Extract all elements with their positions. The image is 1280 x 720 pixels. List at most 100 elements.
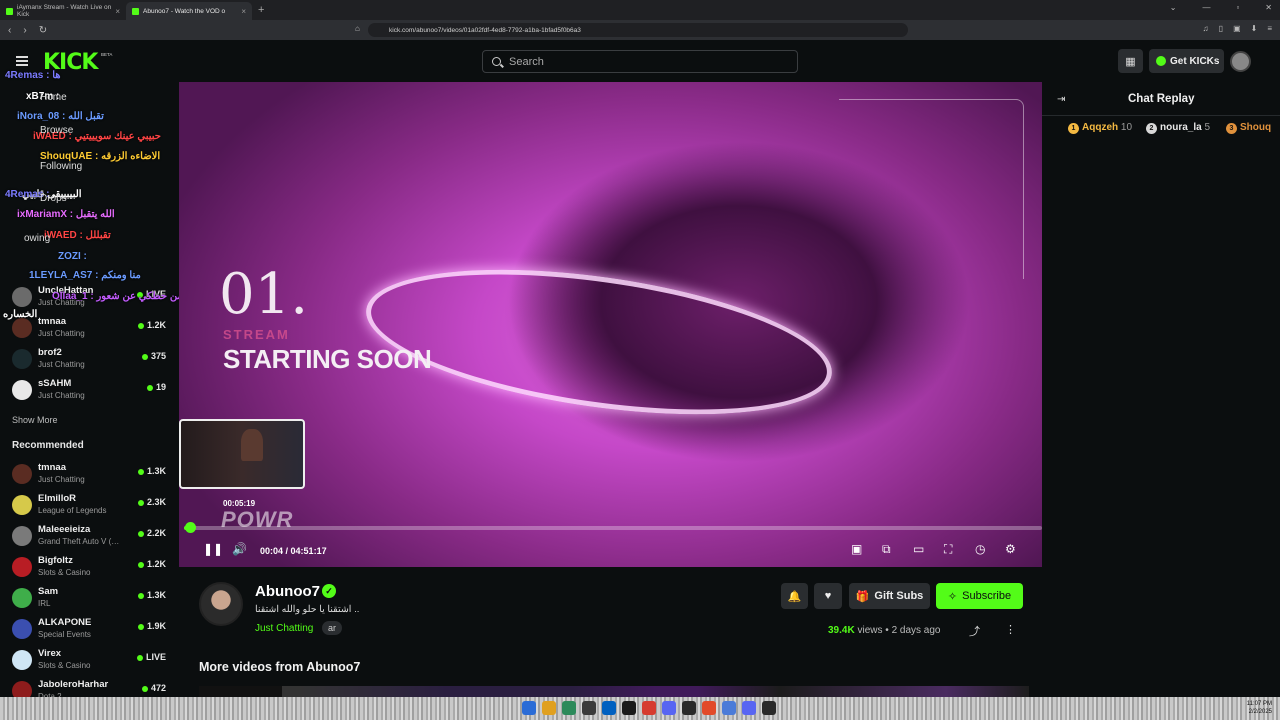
folder-icon[interactable] [542, 701, 556, 715]
browser-tab[interactable]: iAymanx Stream - Watch Live on Kick × [0, 2, 126, 20]
tab-title: Abunoo7 - Watch the VOD o [143, 7, 226, 15]
clock-time: 11:07 PM [1246, 701, 1272, 707]
channel-category: Slots & Casino [38, 568, 91, 577]
fullscreen-icon[interactable]: ⛶ [944, 542, 952, 557]
close-tab-icon[interactable]: × [241, 7, 246, 16]
gift-subs-button[interactable]: 🎁 Gift Subs [849, 583, 930, 609]
dashboard-button[interactable]: ▦ [1118, 49, 1143, 73]
sidebar-channel-row[interactable]: Virex Slots & Casino LIVE [12, 647, 172, 677]
brave-icon[interactable] [642, 701, 656, 715]
sidebar-channel-row[interactable]: Bigfoltz Slots & Casino 1.2K [12, 554, 172, 584]
menu-icon[interactable]: ≡ [1267, 24, 1272, 33]
collapse-chat-icon[interactable]: ⇥ [1057, 94, 1065, 105]
sidebar-channel-row[interactable]: Sam IRL 1.3K [12, 585, 172, 615]
kick-logo[interactable]: KICK [43, 50, 98, 75]
channel-name[interactable]: Abunoo7 [255, 583, 320, 600]
new-tab-icon[interactable]: + [258, 4, 264, 16]
mini-player-icon[interactable]: ▣ [851, 542, 862, 556]
subscribe-button[interactable]: ✧ Subscribe [936, 583, 1023, 609]
sidebar-icon[interactable]: ▯ [1219, 24, 1223, 33]
settings-gear-icon[interactable]: ⚙ [1005, 542, 1016, 556]
viewer-count: LIVE [137, 289, 166, 299]
starting-soon-title: STARTING SOON [223, 344, 432, 374]
divider [1042, 115, 1280, 116]
theater-mode-icon[interactable]: ▭ [913, 542, 924, 556]
channel-name: ALKAPONE [38, 617, 92, 628]
maximize-icon[interactable]: ▫ [1236, 3, 1239, 12]
channel-category: Just Chatting [38, 391, 85, 400]
language-tag[interactable]: ar [322, 621, 343, 635]
video-player[interactable]: 01. STREAM STARTING SOON 00:05:19 POWR ❚… [179, 82, 1042, 567]
store-icon[interactable] [582, 701, 596, 715]
url-field[interactable]: kick.com/abunoo7/videos/01a02fdf-4ed8-77… [368, 23, 908, 37]
browser-icon[interactable] [702, 701, 716, 715]
user-avatar[interactable] [1230, 51, 1251, 72]
nav-buttons: ‹ › ↻ [0, 25, 47, 36]
gifter-name: Shouq [1240, 122, 1272, 133]
system-clock[interactable]: 11:07 PM 2/2/2025 [1247, 700, 1272, 716]
sidebar-channel-row[interactable]: brof2 Just Chatting 375 [12, 346, 172, 376]
search-input[interactable]: Search [482, 50, 798, 73]
seek-handle[interactable] [185, 522, 196, 533]
forward-icon[interactable]: › [23, 25, 26, 36]
files-icon[interactable] [562, 701, 576, 715]
minimize-icon[interactable]: — [1202, 3, 1210, 12]
sidebar-channel-row[interactable]: UncleHattan Just Chatting LIVE [12, 284, 172, 314]
sidebar-channel-row[interactable]: tmnaa Just Chatting 1.2K [12, 315, 172, 345]
more-options-icon[interactable]: ⋮ [1005, 623, 1016, 636]
sidebar-channel-row[interactable]: tmnaa Just Chatting 1.3K [12, 461, 172, 491]
steam-icon[interactable] [602, 701, 616, 715]
follow-button[interactable]: ♥ [814, 583, 842, 609]
music-icon[interactable]: ♫ [1203, 24, 1209, 33]
notifications-button[interactable]: 🔔 [781, 583, 808, 609]
video-thumbnails-strip[interactable] [199, 686, 1029, 697]
channel-avatar[interactable] [199, 582, 243, 626]
playback-speed-icon[interactable]: ◷ [975, 542, 985, 556]
extensions-icon[interactable]: ▣ [1233, 24, 1241, 33]
explorer-icon[interactable] [522, 701, 536, 715]
volume-icon[interactable]: 🔊 [232, 542, 247, 556]
discord-icon[interactable] [662, 701, 676, 715]
channel-avatar [12, 650, 32, 670]
share-icon[interactable]: ⤴ [969, 623, 980, 639]
get-kicks-button[interactable]: Get KICKs [1149, 49, 1224, 73]
pause-icon[interactable]: ❚❚ [203, 542, 223, 556]
close-window-icon[interactable]: ✕ [1265, 3, 1272, 12]
channel-category: Grand Theft Auto V (… [38, 537, 120, 546]
chat-replay-panel: ⇥ Chat Replay 1 Aqqzeh 10 2 noura_la 5 3 Shou… [1042, 82, 1280, 697]
sidebar-channel-row[interactable]: ALKAPONE Special Events 1.9K [12, 616, 172, 646]
downloads-icon[interactable]: ⬇ [1251, 24, 1258, 33]
channel-name: Bigfoltz [38, 555, 73, 566]
viewer-count: 472 [142, 683, 166, 693]
chat-title: Chat Replay [1128, 93, 1195, 105]
top-gifter[interactable]: 1 Aqqzeh 10 [1068, 122, 1132, 134]
close-tab-icon[interactable]: × [115, 7, 120, 16]
chevron-down-icon[interactable]: ⌄ [1170, 3, 1177, 12]
reload-icon[interactable]: ↻ [39, 25, 47, 36]
sidebar-channel-row[interactable]: JaboleroHarhar Dota 2 472 [12, 678, 172, 697]
taskbar-icons [522, 701, 776, 715]
top-gifter[interactable]: 3 Shouq [1226, 122, 1271, 134]
os-taskbar: 11:07 PM 2/2/2025 [0, 697, 1280, 720]
sidebar-channel-row[interactable]: Maleeeieiza Grand Theft Auto V (… 2.2K [12, 523, 172, 553]
show-more-link[interactable]: Show More [12, 415, 58, 425]
top-gifter[interactable]: 2 noura_la 5 [1146, 122, 1210, 134]
app-icon[interactable] [722, 701, 736, 715]
sidebar-channel-row[interactable]: sSAHM Just Chatting 19 [12, 377, 172, 407]
obs-icon[interactable] [682, 701, 696, 715]
hamburger-menu-icon[interactable] [16, 56, 28, 66]
chat-icon[interactable] [742, 701, 756, 715]
duration: 04:51:17 [290, 546, 327, 556]
terminal-icon[interactable] [762, 701, 776, 715]
category-link[interactable]: Just Chatting [255, 623, 313, 634]
channel-category: Special Events [38, 630, 91, 639]
clip-icon[interactable]: ⧉ [882, 542, 891, 557]
seek-bar[interactable] [184, 522, 1042, 533]
sidebar-channel-row[interactable]: ElmilloR League of Legends 2.3K [12, 492, 172, 522]
app-icon[interactable] [622, 701, 636, 715]
back-icon[interactable]: ‹ [8, 25, 11, 36]
kick-favicon-icon [6, 7, 13, 15]
video-frame-decoration [839, 99, 1024, 279]
browser-tab-active[interactable]: Abunoo7 - Watch the VOD o × [126, 2, 252, 20]
bookmark-icon[interactable]: ⌂ [355, 24, 360, 33]
